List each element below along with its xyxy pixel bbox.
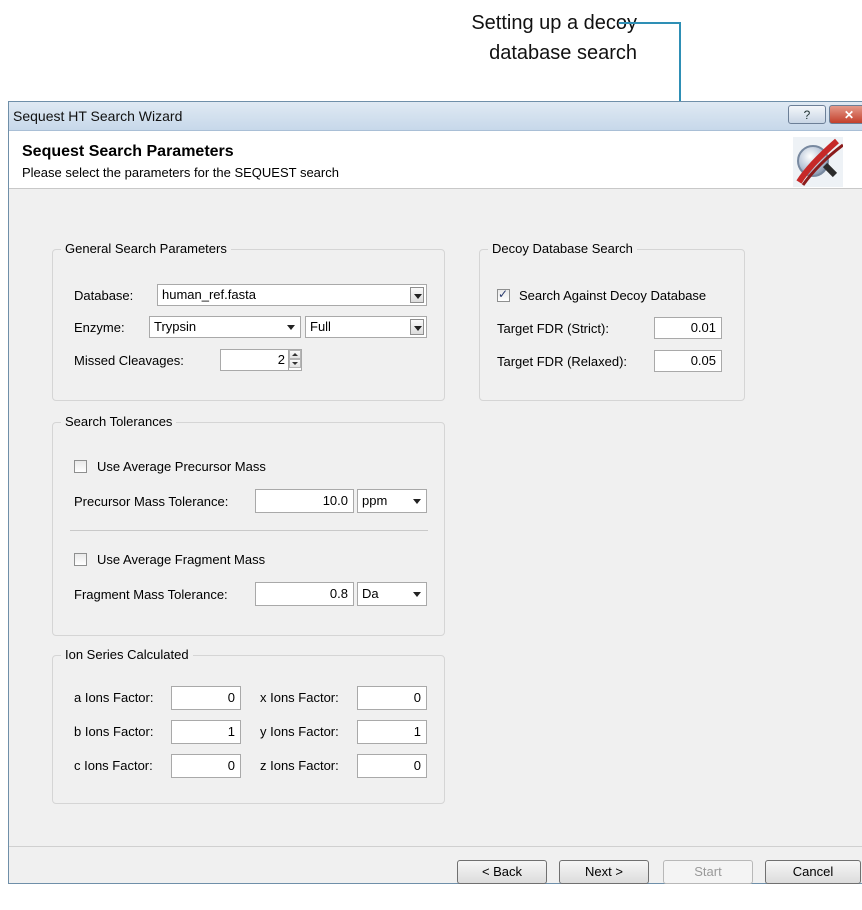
ion-series-calculated-legend: Ion Series Calculated <box>61 647 193 662</box>
stepper-down-icon[interactable] <box>289 359 301 368</box>
database-select[interactable]: human_ref.fasta <box>157 284 427 306</box>
c-ions-label: c Ions Factor: <box>74 758 153 773</box>
decoy-search-checkbox-label[interactable]: Search Against Decoy Database <box>519 288 706 303</box>
annotation-line-1: Setting up a decoy <box>471 12 637 34</box>
stepper-up-icon[interactable] <box>289 350 301 359</box>
wizard-header: Sequest Search Parameters Please select … <box>9 131 862 189</box>
decoy-search-checkbox[interactable] <box>497 287 510 302</box>
title-bar: Sequest HT Search Wizard ? ✕ <box>9 102 862 131</box>
fragment-mass-tolerance-label: Fragment Mass Tolerance: <box>74 587 228 602</box>
c-ions-factor-input[interactable]: 0 <box>171 754 241 778</box>
enzyme-specificity-value: Full <box>310 319 331 334</box>
target-fdr-relaxed-label: Target FDR (Relaxed): <box>497 354 628 369</box>
enzyme-select[interactable]: Trypsin <box>149 316 301 338</box>
callout-leader-horizontal <box>619 22 681 24</box>
precursor-mass-tolerance-input[interactable]: 10.0 <box>255 489 354 513</box>
a-ions-label: a Ions Factor: <box>74 690 154 705</box>
cancel-button[interactable]: Cancel <box>765 860 861 884</box>
missed-cleavages-stepper[interactable]: 2 <box>220 349 302 371</box>
search-wizard-window: Sequest HT Search Wizard ? ✕ Sequest Sea… <box>8 101 862 884</box>
use-average-fragment-mass-checkbox[interactable] <box>74 553 87 566</box>
search-tolerances-group: Search Tolerances Use Average Precursor … <box>52 414 445 636</box>
y-ions-factor-input[interactable]: 1 <box>357 720 427 744</box>
enzyme-specificity-select[interactable]: Full <box>305 316 427 338</box>
chevron-down-icon <box>410 287 424 303</box>
annotation-callout: Setting up a decoy database search <box>417 8 637 68</box>
footer-divider <box>9 846 862 847</box>
database-value: human_ref.fasta <box>162 287 256 302</box>
stepper-arrows[interactable] <box>288 350 301 370</box>
z-ions-factor-input[interactable]: 0 <box>357 754 427 778</box>
x-ions-label: x Ions Factor: <box>260 690 339 705</box>
chevron-down-icon <box>410 586 424 602</box>
enzyme-label: Enzyme: <box>74 320 125 335</box>
decoy-database-search-legend: Decoy Database Search <box>488 241 637 256</box>
page-subtitle: Please select the parameters for the SEQ… <box>22 165 339 180</box>
precursor-unit-select[interactable]: ppm <box>357 489 427 513</box>
window-title: Sequest HT Search Wizard <box>13 108 183 124</box>
missed-cleavages-value: 2 <box>277 352 285 367</box>
y-ions-label: y Ions Factor: <box>260 724 339 739</box>
general-search-parameters-group: General Search Parameters Database: huma… <box>52 241 445 401</box>
precursor-mass-tolerance-label: Precursor Mass Tolerance: <box>74 494 229 509</box>
close-button[interactable]: ✕ <box>829 105 862 124</box>
search-tolerances-legend: Search Tolerances <box>61 414 177 429</box>
missed-cleavages-label: Missed Cleavages: <box>74 353 184 368</box>
chevron-down-icon <box>410 319 424 335</box>
use-average-precursor-mass-checkbox[interactable] <box>74 460 87 473</box>
target-fdr-relaxed-input[interactable]: 0.05 <box>654 350 722 372</box>
chevron-down-icon <box>410 493 424 509</box>
back-button[interactable]: < Back <box>457 860 547 884</box>
page-title: Sequest Search Parameters <box>22 143 234 160</box>
next-button[interactable]: Next > <box>559 860 649 884</box>
annotation-line-2: database search <box>489 42 637 64</box>
ion-series-calculated-group: Ion Series Calculated a Ions Factor: 0 x… <box>52 647 445 804</box>
fragment-unit-value: Da <box>362 586 379 601</box>
database-label: Database: <box>74 288 134 303</box>
use-average-fragment-mass-label[interactable]: Use Average Fragment Mass <box>97 552 265 567</box>
x-ions-factor-input[interactable]: 0 <box>357 686 427 710</box>
fragment-mass-tolerance-input[interactable]: 0.8 <box>255 582 354 606</box>
start-button[interactable]: Start <box>663 860 753 884</box>
help-button[interactable]: ? <box>788 105 826 124</box>
z-ions-label: z Ions Factor: <box>260 758 339 773</box>
a-ions-factor-input[interactable]: 0 <box>171 686 241 710</box>
use-average-precursor-mass-label[interactable]: Use Average Precursor Mass <box>97 459 266 474</box>
fragment-unit-select[interactable]: Da <box>357 582 427 606</box>
enzyme-value: Trypsin <box>154 319 197 334</box>
precursor-unit-value: ppm <box>362 493 388 508</box>
decoy-database-search-group: Decoy Database Search Search Against Dec… <box>479 241 745 401</box>
tolerance-divider <box>70 530 428 531</box>
b-ions-factor-input[interactable]: 1 <box>171 720 241 744</box>
b-ions-label: b Ions Factor: <box>74 724 154 739</box>
sequest-logo-icon <box>793 137 843 187</box>
general-search-parameters-legend: General Search Parameters <box>61 241 231 256</box>
target-fdr-strict-input[interactable]: 0.01 <box>654 317 722 339</box>
target-fdr-strict-label: Target FDR (Strict): <box>497 321 609 336</box>
chevron-down-icon <box>284 319 298 335</box>
